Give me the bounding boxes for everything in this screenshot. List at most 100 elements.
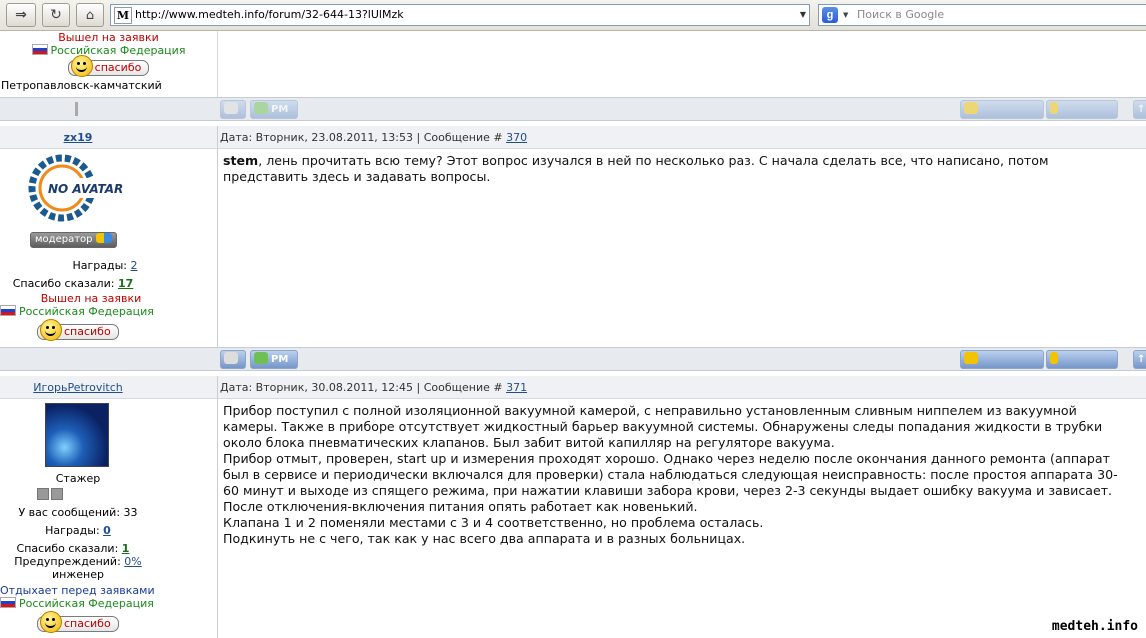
- awards-link[interactable]: 0: [103, 524, 111, 537]
- quote-button[interactable]: Цитировать: [960, 350, 1044, 382]
- messages-row: У вас сообщений: 33: [18, 506, 138, 519]
- pm-button[interactable]: PM: [250, 100, 298, 119]
- forward-arrow-icon: ⇒: [15, 7, 27, 23]
- rank-stars: [37, 488, 63, 503]
- lightbulb-icon: [1050, 352, 1058, 364]
- scroll-top-button[interactable]: ↑: [1133, 350, 1146, 369]
- google-icon[interactable]: g: [822, 7, 838, 23]
- user-avatar[interactable]: [45, 403, 109, 467]
- profile-button[interactable]: [220, 100, 246, 119]
- post-header-370: zx19 Дата: Вторник, 23.08.2011, 13:53 | …: [0, 126, 1146, 149]
- thanks-wrap: спасибо: [0, 55, 217, 77]
- arrow-up-icon: ↑: [1137, 354, 1146, 365]
- user-country: Российская Федерация: [0, 305, 156, 318]
- user-status: Вышел на заявки: [40, 292, 142, 305]
- rank-badge-wrap: модератор: [30, 232, 117, 248]
- thanks-label: спасибо: [94, 61, 142, 74]
- profile-icon: [224, 352, 238, 364]
- awards-link[interactable]: 2: [131, 259, 138, 272]
- post-371-body: Прибор поступил с полной изоляционной ва…: [223, 403, 1132, 547]
- thanks-said-row: Спасибо сказали: 17: [12, 277, 134, 290]
- prev-post-sidebar: Вышел на заявки Российская Федерация спа…: [0, 31, 218, 97]
- post-author[interactable]: ИгорьPetrovitch: [0, 381, 156, 394]
- post-number-link[interactable]: 370: [506, 131, 527, 144]
- no-avatar-text: NO AVATAR: [48, 182, 123, 196]
- search-bar[interactable]: g ▼ Поиск в Google: [818, 4, 1146, 26]
- post-371-sidebar: Стажер У вас сообщений: 33 Награды: 0 Сп…: [0, 470, 156, 638]
- russia-flag-icon: [0, 597, 16, 608]
- moderator-badge: модератор: [30, 232, 117, 248]
- users-icon: [254, 352, 268, 364]
- warnings-row: Предупреждений: 0%: [14, 555, 142, 568]
- watermark: medteh.info: [1049, 619, 1140, 634]
- rank-star-icon: [37, 488, 49, 500]
- no-avatar-icon: NO AVATAR: [28, 154, 134, 222]
- url-text[interactable]: http://www.medteh.info/forum/32-644-13?l…: [135, 8, 404, 21]
- user-rank: Стажер: [55, 472, 101, 485]
- russia-flag-icon: [31, 44, 48, 55]
- thumbs-up-smiley-icon: [40, 611, 62, 633]
- report-button[interactable]: Доложить: [1046, 100, 1118, 132]
- mentioned-user: stem: [223, 153, 259, 168]
- reload-button[interactable]: ↻: [42, 3, 70, 27]
- thanks-said-link[interactable]: 17: [118, 277, 133, 290]
- users-icon: [254, 102, 268, 114]
- thanks-button[interactable]: спасибо: [37, 319, 119, 341]
- column-divider: [217, 126, 218, 348]
- quote-button[interactable]: Цитировать: [960, 100, 1044, 132]
- thanks-said-row: Спасибо сказали: 1: [16, 542, 130, 555]
- report-button[interactable]: Доложить: [1046, 350, 1118, 382]
- thanks-wrap: спасибо: [37, 611, 119, 633]
- post-date: Дата: Вторник, 23.08.2011, 13:53 | Сообщ…: [220, 131, 528, 144]
- post-number-link[interactable]: 371: [506, 381, 527, 394]
- post-370-body: stem, лень прочитать всю тему? Этот вопр…: [223, 153, 1132, 185]
- post-text: , лень прочитать всю тему? Этот вопрос и…: [223, 153, 1049, 184]
- user-profession: инженер: [52, 568, 104, 581]
- warnings-link[interactable]: 0%: [124, 555, 141, 568]
- address-bar[interactable]: M http://www.medteh.info/forum/32-644-13…: [110, 4, 810, 26]
- post-paragraph: Клапана 1 и 2 поменяли местами с 3 и 4 с…: [223, 515, 764, 530]
- reload-icon: ↻: [50, 7, 62, 23]
- post-370-sidebar: NO AVATAR модератор Награды: 2 Спасибо с…: [0, 149, 156, 347]
- post-action-bar: PM Цитировать Доложить ↑: [0, 97, 1146, 132]
- home-icon: ⌂: [85, 7, 95, 23]
- arrow-up-icon: ↑: [1137, 104, 1146, 115]
- russia-flag-icon: [0, 305, 16, 316]
- pm-button[interactable]: PM: [250, 350, 298, 369]
- post-action-bar: PM Цитировать Доложить ↑: [0, 347, 1146, 382]
- awards-row: Награды: 2: [72, 259, 138, 272]
- thanks-said-link[interactable]: 1: [122, 542, 130, 555]
- user-status: Вышел на заявки: [58, 31, 159, 44]
- forward-button[interactable]: ⇒: [6, 3, 36, 27]
- browser-toolbar: ⇒ ↻ ⌂ M http://www.medteh.info/forum/32-…: [0, 0, 1146, 31]
- thumbs-up-smiley-icon: [70, 55, 93, 77]
- thanks-button[interactable]: спасибо: [67, 55, 150, 77]
- profile-icon: [224, 102, 238, 114]
- chevron-down-icon[interactable]: ▼: [800, 10, 806, 19]
- search-input[interactable]: Поиск в Google: [857, 8, 944, 21]
- site-favicon: M: [114, 7, 132, 24]
- user-status: Отдыхает перед заявками: [0, 584, 155, 597]
- search-engine-dropdown-icon[interactable]: ▼: [843, 11, 848, 19]
- user-country: Российская Федерация: [0, 597, 156, 610]
- column-divider: [217, 376, 218, 638]
- post-paragraph: Прибор поступил с полной изоляционной ва…: [223, 403, 1103, 450]
- rank-star-icon: [51, 488, 63, 500]
- profile-button[interactable]: [220, 350, 246, 369]
- post-date: Дата: Вторник, 30.08.2011, 12:45 | Сообщ…: [220, 381, 528, 394]
- awards-row: Награды: 0: [45, 524, 111, 537]
- user-country: Российская Федерация: [0, 44, 217, 57]
- post-author[interactable]: zx19: [0, 131, 156, 144]
- post-paragraph: Подкинуть не с чего, так как у нас всего…: [223, 531, 746, 546]
- lightbulb-icon: [1050, 102, 1058, 114]
- divider: [75, 102, 78, 116]
- scroll-top-button[interactable]: ↑: [1133, 100, 1146, 119]
- group-icon: [95, 233, 112, 243]
- quote-icon: [964, 352, 978, 364]
- country-label: Российская Федерация: [50, 44, 186, 57]
- thanks-wrap: спасибо: [37, 319, 119, 341]
- quote-icon: [964, 102, 978, 114]
- thanks-button[interactable]: спасибо: [37, 611, 119, 633]
- home-button[interactable]: ⌂: [76, 3, 104, 27]
- post-paragraph: Прибор отмыт, проверен, start up и измер…: [223, 451, 1118, 514]
